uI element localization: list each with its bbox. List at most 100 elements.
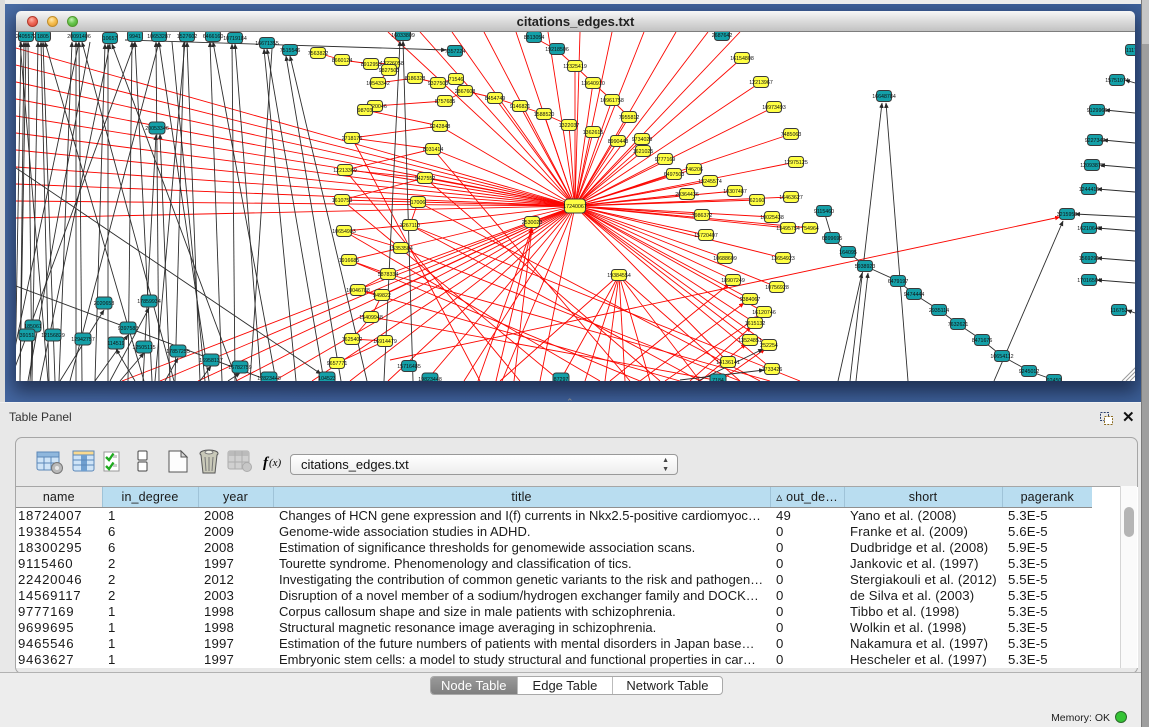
svg-text:16463627: 16463627	[779, 195, 803, 201]
svg-text:2530023: 2530023	[522, 220, 543, 226]
svg-text:8660124: 8660124	[332, 58, 353, 64]
svg-text:11174: 11174	[1126, 48, 1135, 54]
svg-text:10543342: 10543342	[366, 81, 390, 87]
svg-text:13654923: 13654923	[771, 256, 795, 262]
svg-text:13245574: 13245574	[698, 179, 722, 185]
svg-text:9129966: 9129966	[1087, 108, 1108, 114]
svg-text:9115460: 9115460	[814, 209, 834, 215]
svg-text:5878334: 5878334	[378, 272, 399, 278]
svg-text:1733426: 1733426	[762, 367, 783, 373]
svg-text:9384067: 9384067	[740, 297, 761, 303]
svg-text:10046788: 10046788	[346, 288, 370, 294]
svg-text:10025438: 10025438	[760, 215, 784, 221]
svg-text:15716485: 15716485	[397, 364, 421, 370]
svg-text:8031414: 8031414	[423, 147, 444, 153]
svg-text:12505115: 12505115	[132, 345, 155, 351]
svg-text:164095: 164095	[839, 250, 857, 256]
svg-text:104523: 104523	[318, 376, 336, 381]
svg-text:10973493: 10973493	[762, 105, 786, 111]
svg-text:13640910: 13640910	[581, 81, 605, 87]
svg-text:19823448: 19823448	[418, 377, 442, 381]
svg-text:746206: 746206	[685, 167, 703, 173]
svg-text:9734028: 9734028	[632, 137, 653, 143]
svg-text:754964: 754964	[801, 226, 819, 232]
svg-text:16210643: 16210643	[1077, 226, 1101, 232]
svg-text:1322037: 1322037	[559, 123, 580, 129]
svg-text:15720407: 15720407	[694, 233, 718, 239]
svg-text:20091406: 20091406	[67, 34, 91, 40]
svg-text:16120746: 16120746	[752, 310, 776, 316]
svg-text:9777169: 9777169	[655, 157, 676, 163]
svg-text:9146821: 9146821	[510, 104, 531, 110]
svg-text:2687642: 2687642	[712, 33, 733, 39]
svg-text:12975125: 12975125	[784, 160, 808, 166]
svg-text:1527602: 1527602	[177, 34, 198, 40]
svg-text:8990448: 8990448	[608, 139, 629, 145]
svg-text:2867608: 2867608	[455, 89, 476, 95]
svg-text:5938923: 5938923	[855, 264, 876, 270]
svg-text:10688609: 10688609	[713, 256, 737, 262]
svg-text:949822: 949822	[373, 293, 391, 299]
svg-text:10756928: 10756928	[765, 285, 789, 291]
svg-text:9827503: 9827503	[379, 68, 400, 74]
svg-text:7357224: 7357224	[445, 49, 466, 55]
svg-text:9227342: 9227342	[1085, 138, 1106, 144]
svg-text:1610753: 1610753	[332, 198, 353, 204]
svg-text:17016504: 17016504	[1077, 278, 1101, 284]
svg-text:1805: 1805	[37, 34, 49, 40]
svg-text:7485063: 7485063	[781, 132, 802, 138]
svg-text:1916685: 1916685	[339, 258, 360, 264]
svg-text:12823448: 12823448	[257, 376, 281, 381]
svg-text:12942757: 12942757	[71, 337, 95, 343]
svg-text:2935114: 2935114	[929, 308, 949, 314]
svg-text:13495754: 13495754	[776, 226, 800, 232]
svg-text:16782759: 16782759	[228, 365, 252, 371]
svg-text:3267110: 3267110	[400, 223, 420, 229]
svg-text:15409948: 15409948	[359, 315, 383, 321]
svg-text:2020653: 2020653	[94, 301, 115, 307]
svg-text:16648784: 16648784	[872, 94, 896, 100]
svg-text:1588520: 1588520	[534, 112, 555, 118]
svg-text:87297: 87297	[554, 377, 569, 381]
svg-text:9657771: 9657771	[327, 361, 348, 367]
svg-text:20364436: 20364436	[675, 192, 699, 198]
svg-text:92450: 92450	[1047, 378, 1062, 381]
svg-text:12093872: 12093872	[1080, 163, 1104, 169]
svg-text:13524851: 13524851	[738, 338, 762, 344]
svg-text:1362615: 1362615	[583, 130, 604, 136]
svg-text:17859934: 17859934	[137, 299, 161, 305]
svg-text:19384554: 19384554	[607, 273, 631, 279]
svg-text:17006: 17006	[411, 200, 426, 206]
svg-text:7625402: 7625402	[342, 337, 363, 343]
svg-text:7184: 7184	[712, 378, 724, 381]
svg-text:3215958: 3215958	[1057, 212, 1078, 218]
svg-text:17240067: 17240067	[563, 204, 587, 210]
svg-text:1569291: 1569291	[1079, 256, 1100, 262]
svg-text:39151: 39151	[20, 333, 35, 339]
svg-text:6497503: 6497503	[664, 172, 685, 178]
svg-text:2405572: 2405572	[16, 34, 36, 40]
svg-text:8186328: 8186328	[405, 76, 426, 82]
svg-text:(x): (x)	[269, 457, 282, 469]
svg-text:16154808: 16154808	[730, 56, 754, 62]
svg-text:8471676: 8471676	[972, 338, 993, 344]
svg-text:16033809: 16033809	[391, 33, 415, 39]
svg-text:16914479: 16914479	[373, 339, 397, 345]
svg-text:10719184: 10719184	[223, 36, 247, 42]
svg-text:7563822: 7563822	[308, 51, 329, 57]
svg-text:15751074: 15751074	[1105, 78, 1129, 84]
svg-text:20053346: 20053346	[145, 126, 169, 132]
svg-text:7632621: 7632621	[948, 322, 969, 328]
svg-text:18907249: 18907249	[721, 278, 745, 284]
svg-text:10961758: 10961758	[600, 98, 624, 104]
svg-text:9427552: 9427552	[415, 176, 436, 182]
svg-text:10657: 10657	[103, 36, 118, 42]
svg-text:10654983: 10654983	[332, 229, 356, 235]
svg-text:10654112: 10654112	[990, 354, 1013, 360]
svg-text:15353584: 15353584	[389, 246, 413, 252]
svg-text:9327503: 9327503	[428, 81, 449, 87]
svg-text:9474444: 9474444	[904, 292, 925, 298]
svg-text:7986372: 7986372	[692, 213, 713, 219]
svg-text:1615132: 1615132	[745, 321, 766, 327]
svg-text:16958137: 16958137	[199, 358, 223, 364]
